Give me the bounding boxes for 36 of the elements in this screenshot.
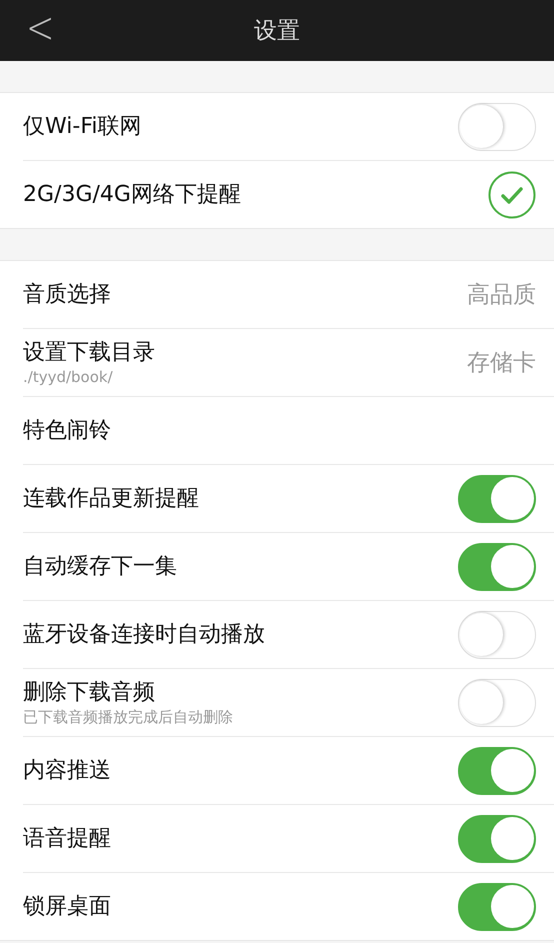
setting-label: 特色闹铃 bbox=[23, 416, 112, 444]
settings-row[interactable]: 内容推送 bbox=[23, 737, 554, 805]
setting-label: 2G/3G/4G网络下提醒 bbox=[23, 180, 242, 208]
settings-row[interactable]: 蓝牙设备连接时自动播放 bbox=[23, 601, 554, 669]
settings-row[interactable]: 特色闹铃 bbox=[23, 397, 554, 465]
back-button[interactable]: < bbox=[18, 2, 62, 54]
setting-label: 音质选择 bbox=[23, 280, 112, 308]
setting-label: 内容推送 bbox=[23, 756, 112, 784]
setting-label: 自动缓存下一集 bbox=[23, 552, 178, 580]
toggle-switch[interactable] bbox=[458, 542, 536, 590]
settings-row[interactable]: 删除下载音频 已下载音频播放完成后自动删除 bbox=[23, 669, 554, 737]
setting-hint: 已下载音频播放完成后自动删除 bbox=[23, 706, 234, 726]
check-icon[interactable] bbox=[488, 170, 536, 218]
toggle-switch[interactable] bbox=[458, 882, 536, 930]
settings-row[interactable]: 连载作品更新提醒 bbox=[23, 465, 554, 533]
toggle-switch[interactable] bbox=[458, 746, 536, 794]
setting-label: 连载作品更新提醒 bbox=[23, 484, 200, 512]
setting-label: 蓝牙设备连接时自动播放 bbox=[23, 620, 266, 648]
setting-hint: ./tyyd/book/ bbox=[23, 366, 114, 386]
settings-row[interactable]: 音质选择 高品质 bbox=[23, 261, 554, 329]
settings-row[interactable]: 语音提醒 bbox=[23, 805, 554, 873]
settings-row[interactable]: 2G/3G/4G网络下提醒 bbox=[23, 161, 554, 228]
setting-value: 高品质 bbox=[467, 281, 536, 310]
setting-label: 语音提醒 bbox=[23, 824, 112, 852]
settings-row[interactable]: 自动缓存下一集 bbox=[23, 533, 554, 601]
toggle-switch[interactable] bbox=[458, 474, 536, 522]
setting-label: 删除下载音频 bbox=[23, 678, 156, 706]
setting-value: 存储卡 bbox=[467, 349, 536, 378]
screen-title: 设置 bbox=[254, 17, 300, 46]
toggle-switch[interactable] bbox=[458, 814, 536, 862]
setting-label: 锁屏桌面 bbox=[23, 892, 112, 920]
setting-label: 设置下载目录 bbox=[23, 338, 156, 366]
settings-row[interactable]: 设置下载目录 ./tyyd/book/ 存储卡 bbox=[23, 329, 554, 397]
setting-label: 仅Wi-Fi联网 bbox=[23, 112, 142, 140]
settings-row[interactable]: 仅Wi-Fi联网 bbox=[23, 93, 554, 161]
settings-row[interactable]: 锁屏桌面 bbox=[23, 873, 554, 940]
